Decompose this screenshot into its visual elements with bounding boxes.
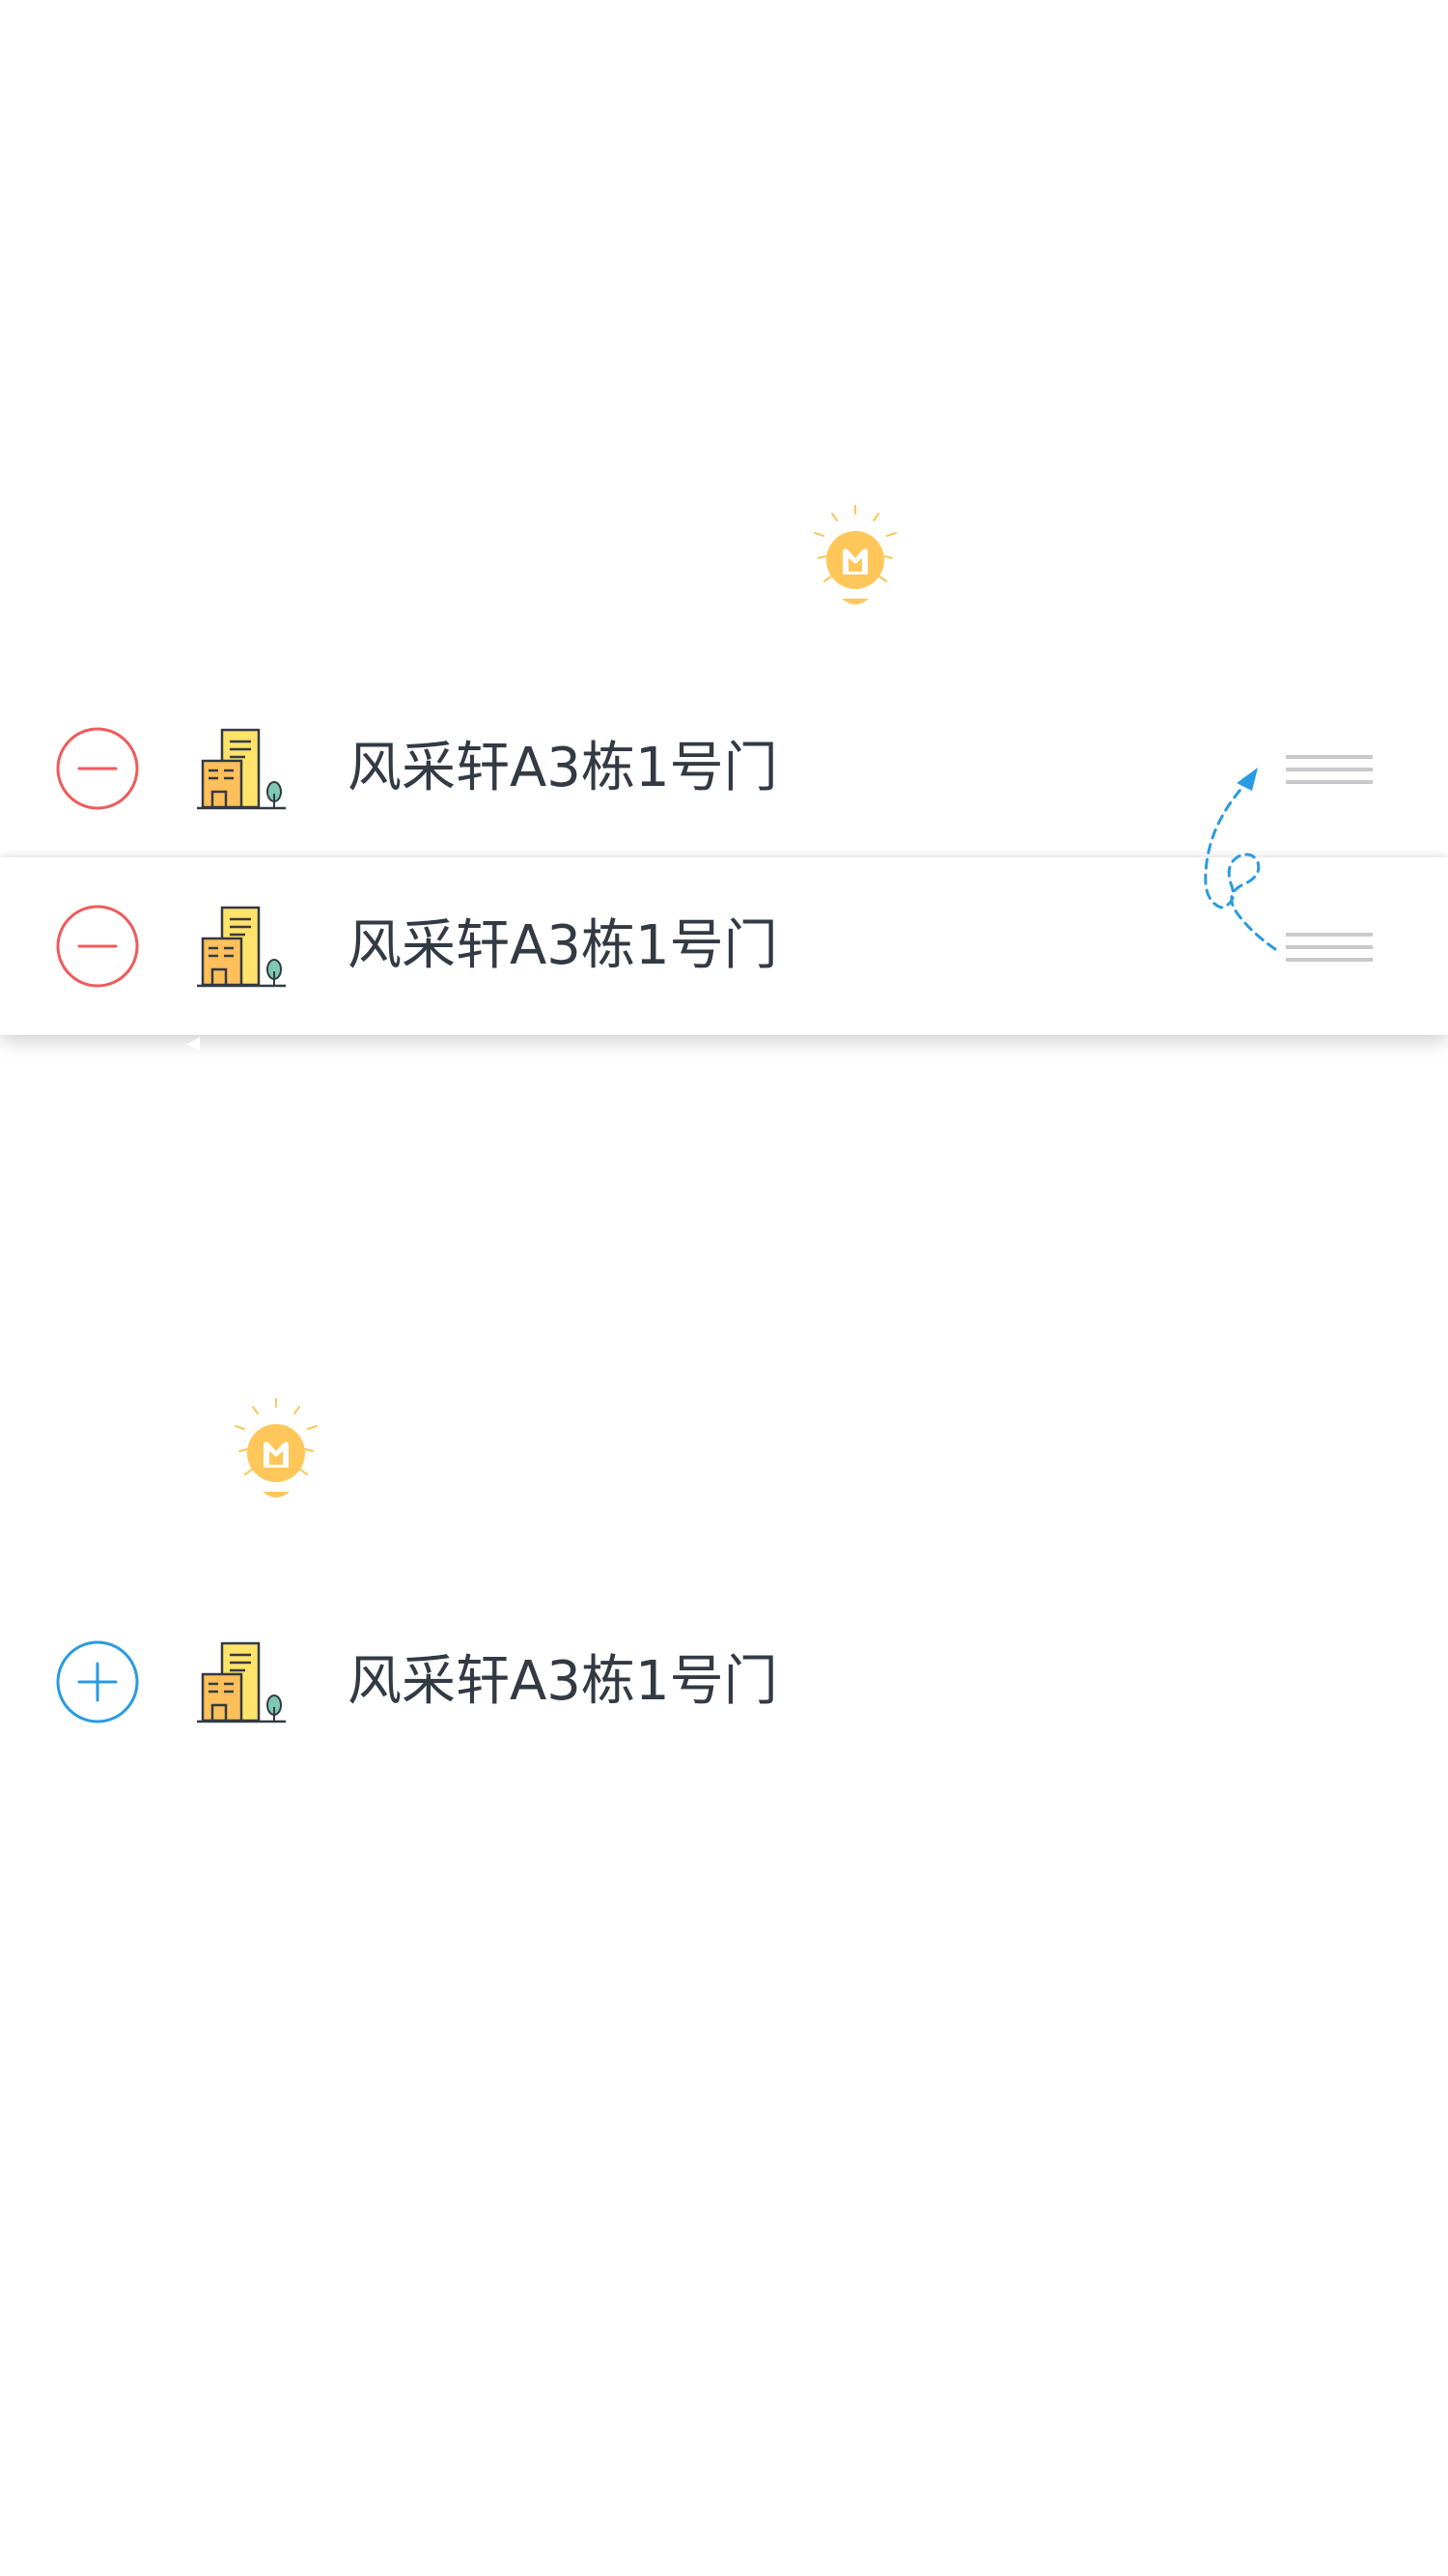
add-button[interactable] (56, 1640, 139, 1723)
address-row-add[interactable]: 风采轩A3栋1号门 (0, 1593, 1448, 1771)
lightbulb-icon (235, 1398, 318, 1498)
lightbulb-icon (814, 505, 897, 604)
pointer-marker-icon (186, 1037, 200, 1050)
building-icon (197, 728, 286, 810)
remove-button[interactable] (56, 727, 139, 810)
building-icon (197, 1641, 286, 1723)
door-name: 风采轩A3栋1号门 (348, 1650, 778, 1713)
swap-arrow-icon (1204, 768, 1277, 951)
building-icon (197, 906, 286, 988)
drag-handle-icon[interactable] (1286, 751, 1373, 788)
door-name: 风采轩A3栋1号门 (348, 914, 778, 977)
remove-button[interactable] (56, 905, 139, 988)
drag-handle-icon[interactable] (1286, 929, 1373, 966)
door-name: 风采轩A3栋1号门 (348, 737, 778, 799)
